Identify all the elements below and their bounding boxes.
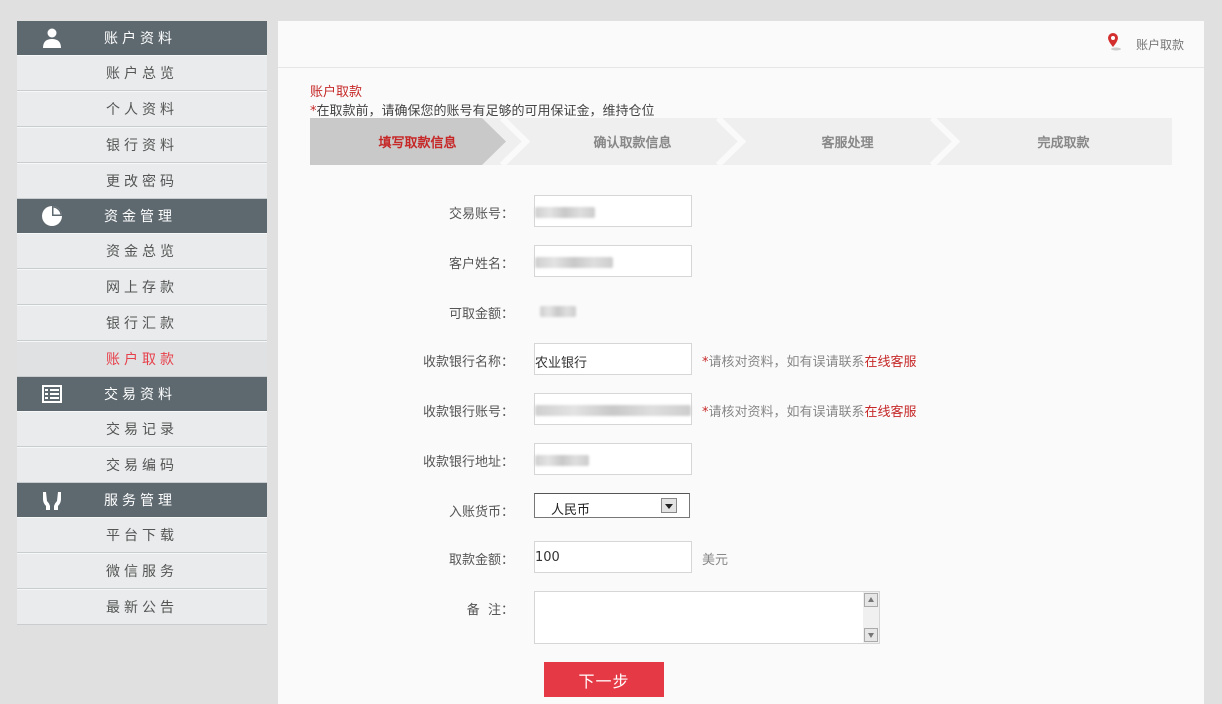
sidebar-item-trade-codes[interactable]: 交易编码 — [17, 447, 267, 483]
row-bank-address: 收款银行地址： — [278, 443, 1204, 475]
sidebar-item-account-overview[interactable]: 账户总览 — [17, 55, 267, 91]
section-title: 服务管理 — [104, 493, 176, 509]
step-service-processing: 客服处理 — [821, 136, 874, 151]
bank-name-hint: *请核对资料，如有误请联系在线客服 — [702, 351, 917, 370]
bank-account-field[interactable] — [534, 393, 692, 425]
redacted-value — [535, 455, 589, 466]
sidebar-item-trade-records[interactable]: 交易记录 — [17, 411, 267, 447]
redacted-value — [535, 257, 613, 268]
section-title: 账户资料 — [104, 31, 176, 47]
section-service-management: 服务管理 — [17, 483, 267, 517]
trade-account-field[interactable] — [534, 195, 692, 227]
scroll-down-icon[interactable] — [864, 628, 878, 642]
section-title: 资金管理 — [104, 209, 176, 225]
row-customer-name: 客户姓名： — [278, 245, 1204, 277]
note-text: 在取款前，请确保您的账号有足够的可用保证金，维持仓位 — [316, 104, 655, 119]
amount-unit: 美元 — [702, 553, 729, 568]
available-amount-label: 可取金额： — [448, 307, 514, 322]
main-panel: 账户取款 账户取款 *在取款前，请确保您的账号有足够的可用保证金，维持仓位 填写… — [278, 21, 1204, 704]
sidebar-item-withdrawal[interactable]: 账户取款 — [17, 341, 267, 377]
hint-text: 请核对资料，如有误请联系 — [708, 355, 865, 370]
sidebar-item-change-password[interactable]: 更改密码 — [17, 163, 267, 199]
sidebar-item-bank-info[interactable]: 银行资料 — [17, 127, 267, 163]
bank-account-label: 收款银行账号： — [422, 405, 514, 420]
breadcrumb-current[interactable]: 账户取款 — [1136, 36, 1184, 53]
bank-name-field[interactable]: 农业银行 — [534, 343, 692, 375]
section-funds-management: 资金管理 — [17, 199, 267, 233]
section-trade-info: 交易资料 — [17, 377, 267, 411]
sidebar-item-personal-info[interactable]: 个人资料 — [17, 91, 267, 127]
hint-text: 请核对资料，如有误请联系 — [708, 405, 865, 420]
remark-textarea[interactable] — [534, 591, 880, 644]
bank-account-hint: *请核对资料，如有误请联系在线客服 — [702, 401, 917, 420]
sidebar-item-latest-notice[interactable]: 最新公告 — [17, 589, 267, 625]
row-bank-account: 收款银行账号： *请核对资料，如有误请联系在线客服 — [278, 393, 1204, 425]
next-step-button[interactable]: 下一步 — [544, 662, 664, 697]
remark-scrollbar[interactable] — [863, 592, 879, 643]
sidebar-item-funds-overview[interactable]: 资金总览 — [17, 233, 267, 269]
step-confirm-info: 确认取款信息 — [593, 136, 672, 151]
list-icon — [42, 385, 62, 403]
section-account-info: 账户资料 — [17, 21, 267, 55]
chevron-down-icon[interactable] — [661, 498, 677, 513]
redacted-value — [535, 207, 595, 218]
step-progress: 填写取款信息 确认取款信息 客服处理 完成取款 — [310, 118, 1172, 165]
customer-name-label: 客户姓名： — [448, 257, 514, 272]
page-title: 账户取款 — [310, 85, 363, 100]
row-bank-name: 收款银行名称： 农业银行 *请核对资料，如有误请联系在线客服 — [278, 343, 1204, 375]
sidebar-item-online-deposit[interactable]: 网上存款 — [17, 269, 267, 305]
currency-select[interactable]: 人民币 — [534, 493, 690, 518]
online-service-link[interactable]: 在线客服 — [865, 405, 917, 420]
currency-label: 入账货币： — [448, 505, 514, 520]
row-amount: 取款金额： 100 美元 — [278, 541, 1204, 573]
scroll-up-icon[interactable] — [864, 593, 878, 607]
trade-account-label: 交易账号： — [448, 207, 514, 222]
row-trade-account: 交易账号： — [278, 195, 1204, 227]
sidebar-item-bank-transfer[interactable]: 银行汇款 — [17, 305, 267, 341]
bank-name-label: 收款银行名称： — [422, 355, 514, 370]
hands-icon — [43, 492, 61, 510]
sidebar-item-wechat-service[interactable]: 微信服务 — [17, 553, 267, 589]
row-remark: 备 注： — [278, 591, 1204, 644]
user-icon — [43, 28, 61, 48]
page-note: *在取款前，请确保您的账号有足够的可用保证金，维持仓位 — [310, 100, 655, 119]
available-amount-value — [540, 306, 576, 317]
section-title: 交易资料 — [104, 387, 176, 403]
bank-address-field[interactable] — [534, 443, 692, 475]
step-fill-info: 填写取款信息 — [378, 136, 457, 151]
customer-name-field[interactable] — [534, 245, 692, 277]
amount-field[interactable]: 100 — [534, 541, 692, 573]
amount-label: 取款金额： — [448, 553, 514, 568]
row-currency: 入账货币： 人民币 — [278, 493, 1204, 525]
sidebar-item-platform-download[interactable]: 平台下载 — [17, 517, 267, 553]
row-available-amount: 可取金额： — [278, 295, 1204, 327]
bank-address-label: 收款银行地址： — [422, 455, 514, 470]
location-pin-icon — [1108, 33, 1121, 51]
step-complete: 完成取款 — [1037, 136, 1090, 151]
online-service-link[interactable]: 在线客服 — [865, 355, 917, 370]
remark-label: 备 注： — [466, 603, 514, 618]
redacted-value — [535, 405, 691, 416]
sidebar: 账户资料 账户总览 个人资料 银行资料 更改密码 资金管理 资金总览 网上存款 … — [17, 21, 267, 625]
pie-chart-icon — [42, 206, 62, 226]
currency-selected-value: 人民币 — [551, 503, 591, 518]
breadcrumb: 账户取款 — [278, 21, 1204, 68]
